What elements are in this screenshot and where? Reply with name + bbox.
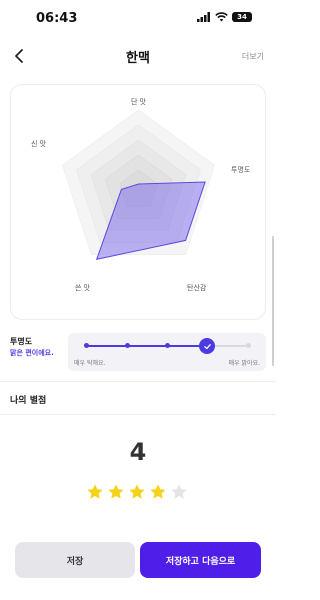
divider <box>0 414 276 415</box>
star-rating[interactable] <box>86 483 188 501</box>
status-time: 06:43 <box>36 11 78 26</box>
rating-value: 4 <box>129 438 147 466</box>
check-icon <box>203 343 211 349</box>
status-icons: 34 <box>197 12 252 22</box>
nav-bar: 한맥 더보기 <box>0 40 276 72</box>
slider-step-2[interactable] <box>125 343 130 348</box>
save-button[interactable]: 저장 <box>15 542 135 578</box>
star-empty-icon[interactable] <box>170 483 188 501</box>
radar-label-carbonation: 탄산감 <box>187 284 207 292</box>
star-icon[interactable] <box>128 483 146 501</box>
slider-step-3[interactable] <box>165 343 170 348</box>
radar-label-bitter: 쓴 맛 <box>75 284 91 292</box>
rating-title: 나의 별점 <box>10 396 47 406</box>
radar-label-sour: 신 맛 <box>31 140 47 148</box>
slider-max-label: 매우 맑아요. <box>228 360 260 367</box>
page-title: 한맥 <box>126 51 150 66</box>
slider-knob[interactable] <box>199 338 215 354</box>
slider-step-1[interactable] <box>84 343 89 348</box>
radar-chart-card: 단 맛 투명도 탄산감 쓴 맛 신 맛 <box>10 84 266 320</box>
wifi-icon <box>215 12 228 22</box>
radar-label-clarity: 투명도 <box>231 166 251 174</box>
clarity-slider[interactable]: 매우 탁해요. 매우 맑아요. <box>68 333 266 371</box>
star-icon[interactable] <box>107 483 125 501</box>
slider-step-5[interactable] <box>246 343 251 348</box>
scrollbar[interactable] <box>272 236 274 366</box>
signal-icon <box>197 12 210 22</box>
divider <box>0 381 276 382</box>
radar-label-sweet: 단 맛 <box>131 98 147 106</box>
save-and-next-button[interactable]: 저장하고 다음으로 <box>140 542 261 578</box>
star-icon[interactable] <box>86 483 104 501</box>
radar-chart <box>62 109 215 260</box>
attribute-name: 투명도 <box>10 337 33 346</box>
battery-icon: 34 <box>232 12 252 22</box>
attribute-description: 맑은 편이에요. <box>10 349 54 357</box>
status-bar: 06:43 34 <box>0 0 276 36</box>
more-link[interactable]: 더보기 <box>242 51 264 62</box>
star-icon[interactable] <box>149 483 167 501</box>
slider-min-label: 매우 탁해요. <box>74 360 106 367</box>
